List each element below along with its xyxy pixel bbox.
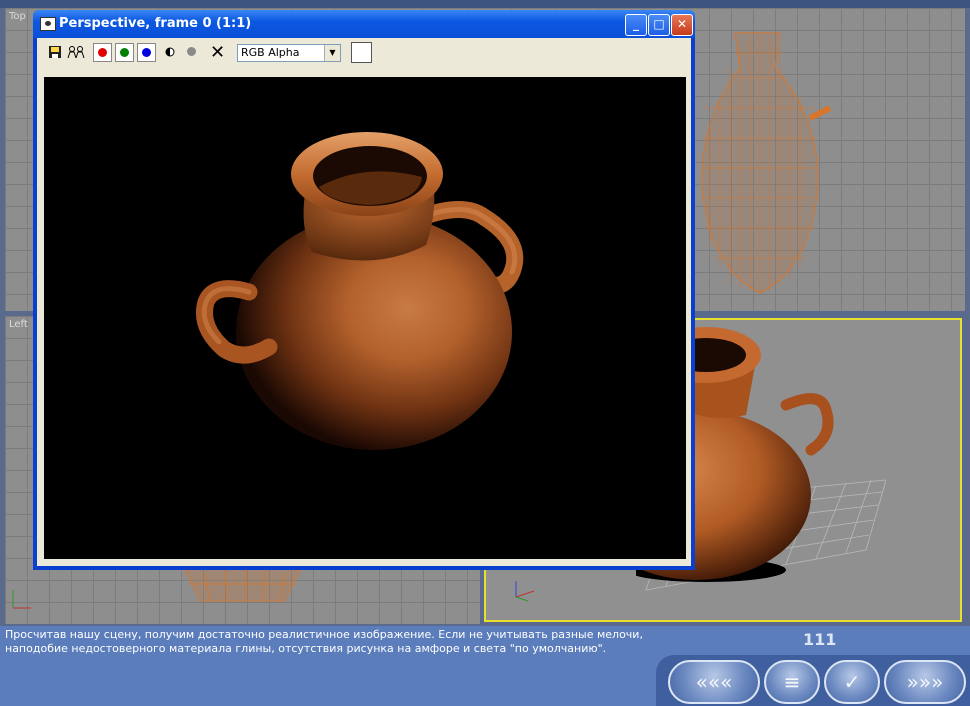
axis-gizmo-icon [515,581,535,602]
render-toolbar: ✕ RGB Alpha ▼ [37,38,691,68]
back-button[interactable]: ««« [668,660,760,704]
rendered-amphora-image [196,132,524,450]
camera-icon [40,17,56,31]
clear-icon[interactable]: ✕ [208,43,227,62]
viewport-top-label[interactable]: Top [9,11,26,22]
green-channel-toggle[interactable] [115,43,134,62]
close-button[interactable]: ✕ [671,14,693,36]
top-strip [0,0,970,8]
color-swatch[interactable] [351,42,372,63]
channel-select-value: RGB Alpha [241,46,300,59]
axis-gizmo-icon [12,590,31,609]
vase-wireframe-left [185,566,301,602]
monochrome-icon[interactable] [160,43,179,62]
caption-line-2: наподобие недостоверного материала глины… [5,642,607,655]
alpha-channel-icon[interactable] [182,43,201,62]
contents-button[interactable]: ≡ [764,660,820,704]
window-title: Perspective, frame 0 (1:1) [59,16,252,31]
vase-wireframe-top [701,32,832,294]
caption-text: Просчитав нашу сцену, получим достаточно… [5,628,655,656]
page-number: 111 [803,630,837,649]
clone-icon[interactable] [66,43,85,62]
window-titlebar[interactable]: Perspective, frame 0 (1:1) _ □ ✕ [33,10,695,38]
save-icon[interactable] [45,43,64,62]
channel-select[interactable]: RGB Alpha ▼ [237,44,341,62]
check-button[interactable]: ✓ [824,660,880,704]
render-frame-window: Perspective, frame 0 (1:1) _ □ ✕ ✕ RGB A… [33,10,695,570]
maximize-button[interactable]: □ [648,14,670,36]
render-output [44,77,686,559]
forward-button[interactable]: »»» [884,660,966,704]
red-channel-toggle[interactable] [93,43,112,62]
chevron-down-icon[interactable]: ▼ [324,45,340,61]
viewport-left-label[interactable]: Left [9,319,28,330]
caption-line-1: Просчитав нашу сцену, получим достаточно… [5,628,643,641]
render-window-client: ✕ RGB Alpha ▼ [37,38,691,566]
minimize-button[interactable]: _ [625,14,647,36]
blue-channel-toggle[interactable] [137,43,156,62]
